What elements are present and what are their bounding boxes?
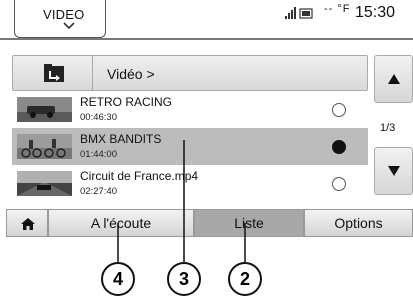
path-bar: Vidéo > <box>12 55 368 91</box>
item-title: RETRO RACING <box>80 95 173 109</box>
item-title: BMX BANDITS <box>80 132 162 146</box>
chevron-down-icon <box>63 22 75 30</box>
arrow-up-icon <box>388 74 400 84</box>
tab-home[interactable] <box>6 209 48 237</box>
list-item[interactable]: RETRO RACING 00:46:30 <box>12 91 368 128</box>
temperature-readout: -- °F <box>324 3 351 15</box>
tab-bar: A l'écoute Liste Options <box>6 209 413 237</box>
item-duration: 01:44:00 <box>80 149 117 160</box>
tab-list[interactable]: Liste <box>194 209 304 237</box>
breadcrumb: Vidéo > <box>107 66 155 82</box>
home-icon <box>21 218 35 230</box>
clock: 15:30 <box>355 4 396 21</box>
video-thumbnail <box>17 97 72 122</box>
list-item[interactable]: Circuit de France.mp4 02:27:40 <box>12 165 368 202</box>
scroll-down-button[interactable] <box>374 147 413 195</box>
page-indicator: 1/3 <box>380 122 396 134</box>
callout-2: 2 <box>228 262 262 296</box>
callout-4: 4 <box>101 262 135 296</box>
item-duration: 02:27:40 <box>80 186 117 197</box>
radio-button[interactable] <box>332 177 346 191</box>
video-list: RETRO RACING 00:46:30 BMX BANDITS 01:44:… <box>12 91 368 203</box>
tab-options[interactable]: Options <box>304 209 413 237</box>
arrow-down-icon <box>388 166 400 176</box>
callout-3-label: 3 <box>179 269 189 289</box>
video-thumbnail <box>17 171 72 196</box>
status-bar: VIDEO -- °F 15:30 <box>0 0 413 40</box>
callout-4-label: 4 <box>113 269 123 289</box>
source-label: VIDEO <box>43 7 85 22</box>
callout-2-label: 2 <box>240 269 250 289</box>
status-divider <box>0 38 413 40</box>
folder-back-icon <box>44 64 64 82</box>
item-duration: 00:46:30 <box>80 112 117 123</box>
tab-now-playing[interactable]: A l'écoute <box>48 209 194 237</box>
scroll-up-button[interactable] <box>374 55 413 103</box>
folder-back-button[interactable] <box>13 56 93 90</box>
source-selector[interactable]: VIDEO <box>14 0 106 38</box>
signal-icon <box>285 7 313 19</box>
item-title: Circuit de France.mp4 <box>80 169 199 183</box>
radio-button[interactable] <box>332 103 346 117</box>
list-item[interactable]: BMX BANDITS 01:44:00 <box>12 128 368 165</box>
video-thumbnail <box>17 134 72 159</box>
radio-button[interactable] <box>332 140 346 154</box>
callout-3: 3 <box>167 262 201 296</box>
